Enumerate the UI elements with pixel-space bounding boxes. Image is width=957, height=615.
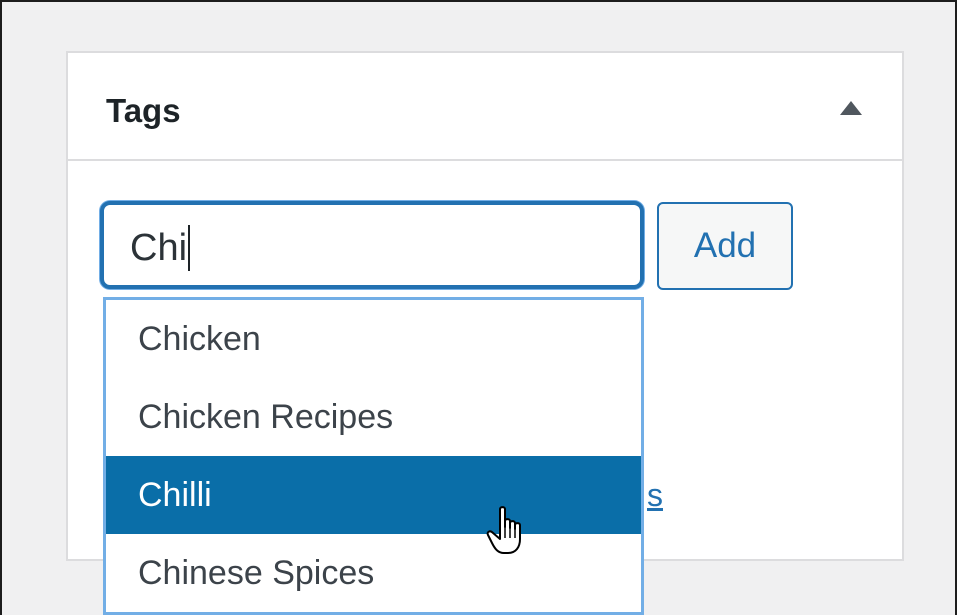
tag-suggestions-list: Chicken Chicken Recipes Chilli Chinese S… (103, 297, 644, 615)
choose-tags-link[interactable]: s (647, 475, 663, 515)
add-tag-button[interactable]: Add (657, 202, 793, 290)
suggestion-item[interactable]: Chicken Recipes (106, 378, 641, 456)
suggestion-item-selected[interactable]: Chilli (106, 456, 641, 534)
panel-header: Tags (68, 53, 902, 161)
panel-title: Tags (106, 92, 181, 129)
suggestion-item[interactable]: Chinese Spices (106, 534, 641, 612)
suggestion-item[interactable]: Chicken (106, 300, 641, 378)
triangle-up-icon[interactable] (840, 101, 862, 115)
text-caret (188, 225, 191, 271)
tag-input-value: Chi (130, 227, 188, 269)
pointer-hand-icon (486, 506, 521, 554)
tag-input[interactable]: Chi (130, 225, 191, 271)
tag-input-field[interactable]: Chi (100, 201, 644, 289)
